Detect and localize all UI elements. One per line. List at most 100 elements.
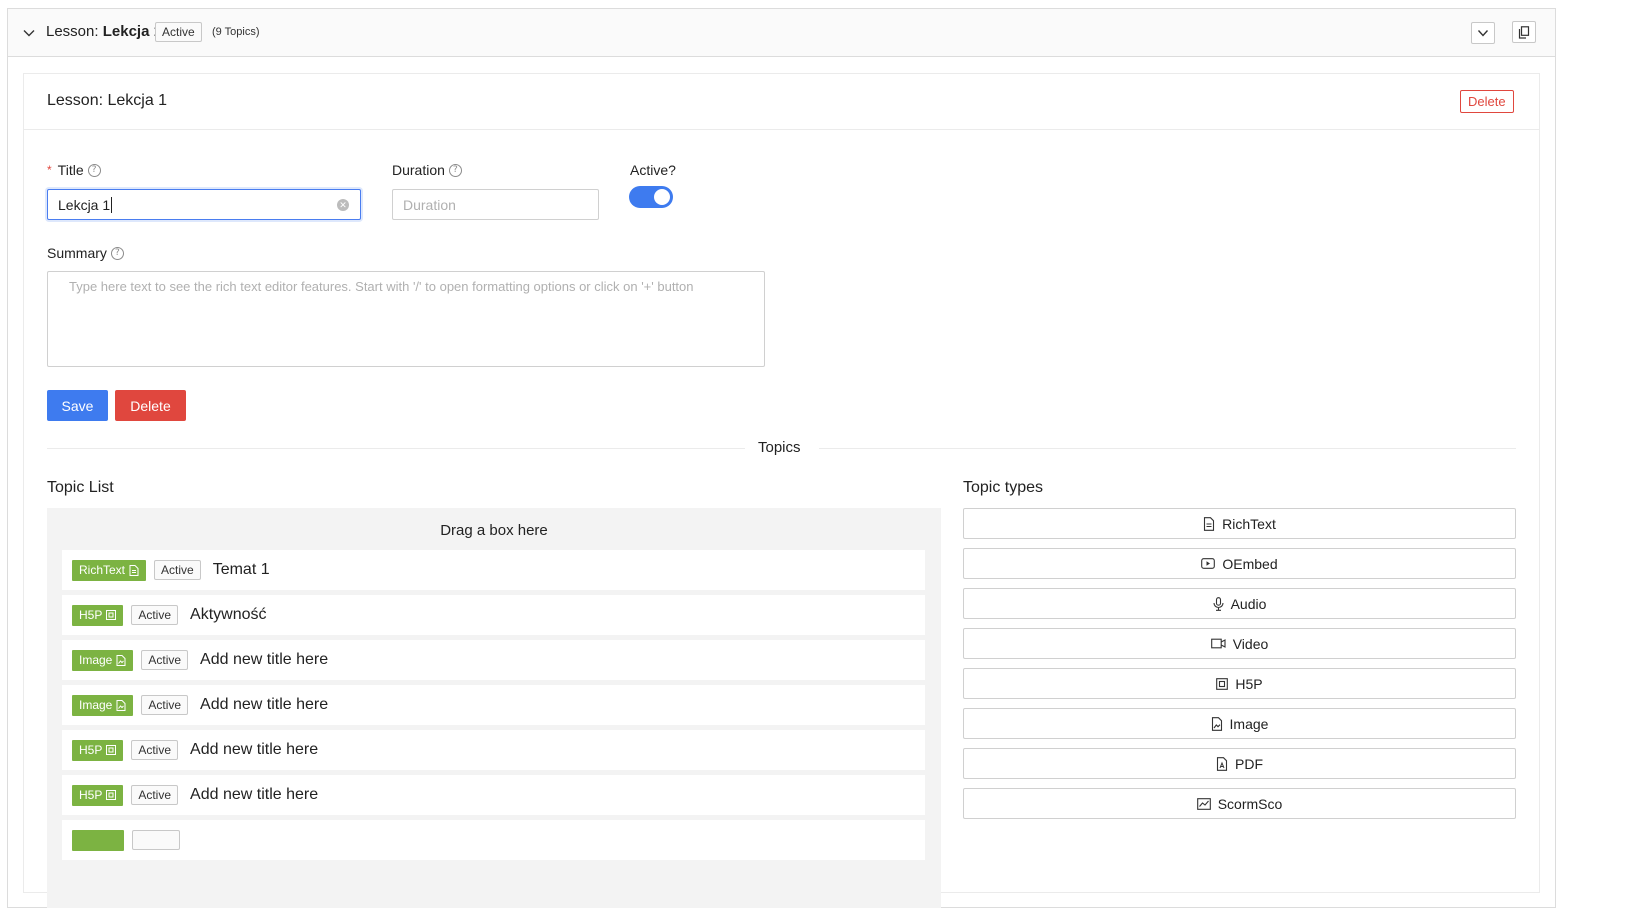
- topic-status-badge: Active: [131, 785, 179, 805]
- topic-type-h5p-button[interactable]: H5P: [963, 668, 1516, 699]
- topic-type-badge: Image: [72, 649, 134, 671]
- title-label: * Title ?: [47, 162, 101, 178]
- active-label-text: Active?: [630, 162, 676, 178]
- card-delete-button[interactable]: Delete: [1460, 90, 1514, 113]
- duration-label: Duration ?: [392, 162, 462, 178]
- topic-list[interactable]: Drag a box here RichText Active Temat 1 …: [47, 508, 941, 908]
- topic-type-label: H5P: [79, 743, 103, 757]
- copy-button[interactable]: [1512, 21, 1536, 43]
- topic-type-badge: H5P: [72, 784, 124, 806]
- topic-title: Aktywność: [190, 606, 267, 623]
- status-badge: Active: [155, 22, 202, 42]
- delete-button[interactable]: Delete: [115, 390, 186, 421]
- topic-row[interactable]: Image Active Add new title here: [62, 640, 925, 680]
- duration-placeholder: Duration: [403, 196, 456, 213]
- topic-row[interactable]: H5P Active Add new title here: [62, 775, 925, 815]
- topic-type-label: Image: [79, 653, 113, 667]
- lesson-panel: Lesson: Lekcja 1 Active (9 Topics) Lesso…: [7, 8, 1556, 908]
- topic-row[interactable]: [62, 820, 925, 860]
- help-icon[interactable]: ?: [110, 246, 124, 260]
- file-text-icon: [1204, 516, 1215, 531]
- save-button[interactable]: Save: [47, 390, 108, 421]
- video-camera-icon: [1210, 638, 1226, 649]
- topic-type-badge: H5P: [72, 739, 124, 761]
- topic-type-label: Audio: [1230, 595, 1267, 612]
- topic-type-richtext-button[interactable]: RichText: [963, 508, 1516, 539]
- topic-list-title: Topic List: [47, 479, 114, 496]
- lesson-panel-header[interactable]: Lesson: Lekcja 1 Active (9 Topics): [8, 9, 1555, 57]
- lesson-header-title: Lesson: Lekcja 1: [46, 23, 162, 40]
- help-icon[interactable]: ?: [448, 163, 462, 177]
- topic-status-badge: [132, 830, 180, 850]
- h5p-icon: [1216, 677, 1229, 690]
- h5p-icon: [106, 745, 117, 755]
- topic-type-scormsco-button[interactable]: ScormSco: [963, 788, 1516, 819]
- active-toggle[interactable]: [629, 186, 673, 208]
- topic-type-video-button[interactable]: Video: [963, 628, 1516, 659]
- required-marker: *: [47, 163, 52, 177]
- lesson-header-prefix: Lesson:: [46, 23, 99, 40]
- topic-types-title: Topic types: [963, 479, 1044, 496]
- summary-editor[interactable]: Type here text to see the rich text edit…: [47, 271, 765, 367]
- card-title: Lesson: Lekcja 1: [47, 92, 168, 109]
- topic-type-label: ScormSco: [1217, 795, 1283, 812]
- topic-title: Add new title here: [190, 786, 319, 803]
- topic-type-badge: Image: [72, 694, 134, 716]
- lesson-header-name: Lekcja 1: [102, 23, 162, 40]
- duration-input[interactable]: Duration: [392, 189, 599, 220]
- summary-label: Summary ?: [47, 245, 124, 261]
- topic-type-label: H5P: [79, 608, 103, 622]
- topic-title: Add new title here: [200, 696, 329, 713]
- file-image-icon: [116, 654, 126, 666]
- file-image-icon: [116, 699, 126, 711]
- topic-count: (9 Topics): [212, 26, 260, 38]
- topic-type-label: OEmbed: [1222, 555, 1278, 572]
- topic-type-oembed-button[interactable]: OEmbed: [963, 548, 1516, 579]
- toggle-knob: [654, 189, 670, 205]
- text-caret: [111, 196, 113, 213]
- topic-type-label: RichText: [1222, 515, 1276, 532]
- chevron-down-icon: [1477, 30, 1489, 37]
- file-image-icon: [1211, 716, 1222, 731]
- file-pdf-icon: [1216, 756, 1228, 771]
- topic-type-badge: RichText: [72, 559, 147, 581]
- copy-icon: [1518, 25, 1530, 39]
- topic-status-badge: Active: [154, 560, 201, 580]
- topic-status-badge: Active: [131, 605, 179, 625]
- lesson-edit-card-header: Lesson: Lekcja 1 Delete: [24, 74, 1539, 130]
- topic-status-badge: Active: [141, 695, 189, 715]
- topic-row[interactable]: H5P Active Add new title here: [62, 730, 925, 770]
- topic-row[interactable]: Image Active Add new title here: [62, 685, 925, 725]
- topic-status-badge: Active: [141, 650, 189, 670]
- topic-title: Add new title here: [190, 741, 319, 758]
- drag-drop-hint: Drag a box here: [440, 522, 548, 539]
- h5p-icon: [106, 610, 117, 620]
- topic-row[interactable]: RichText Active Temat 1: [62, 550, 925, 590]
- chevron-down-icon[interactable]: [22, 26, 36, 40]
- divider: [819, 448, 1516, 449]
- clear-icon[interactable]: ✕: [337, 199, 349, 211]
- topic-type-label: H5P: [79, 788, 103, 802]
- title-input[interactable]: Lekcja 1 ✕: [47, 189, 361, 220]
- duration-label-text: Duration: [392, 162, 445, 178]
- topic-type-image-button[interactable]: Image: [963, 708, 1516, 739]
- topic-row[interactable]: H5P Active Aktywność: [62, 595, 925, 635]
- help-icon[interactable]: ?: [87, 163, 101, 177]
- topic-type-label: PDF: [1235, 755, 1263, 772]
- h5p-icon: [106, 790, 117, 800]
- divider: [47, 448, 745, 449]
- topic-type-pdf-button[interactable]: PDF: [963, 748, 1516, 779]
- topic-title: Add new title here: [200, 651, 329, 668]
- microphone-icon: [1213, 596, 1224, 611]
- topic-type-badge: [72, 829, 124, 851]
- topic-type-label: Image: [79, 698, 113, 712]
- topic-title: Temat 1: [212, 561, 270, 578]
- lesson-edit-card: Lesson: Lekcja 1 Delete * Title ? Lekcja…: [23, 73, 1540, 908]
- topic-type-audio-button[interactable]: Audio: [963, 588, 1516, 619]
- title-label-text: Title: [57, 162, 84, 178]
- youtube-icon: [1201, 558, 1216, 569]
- collapse-button[interactable]: [1471, 22, 1495, 44]
- topic-type-label: RichText: [79, 563, 126, 577]
- topics-divider-title: Topics: [758, 439, 801, 456]
- chart-icon: [1196, 797, 1211, 810]
